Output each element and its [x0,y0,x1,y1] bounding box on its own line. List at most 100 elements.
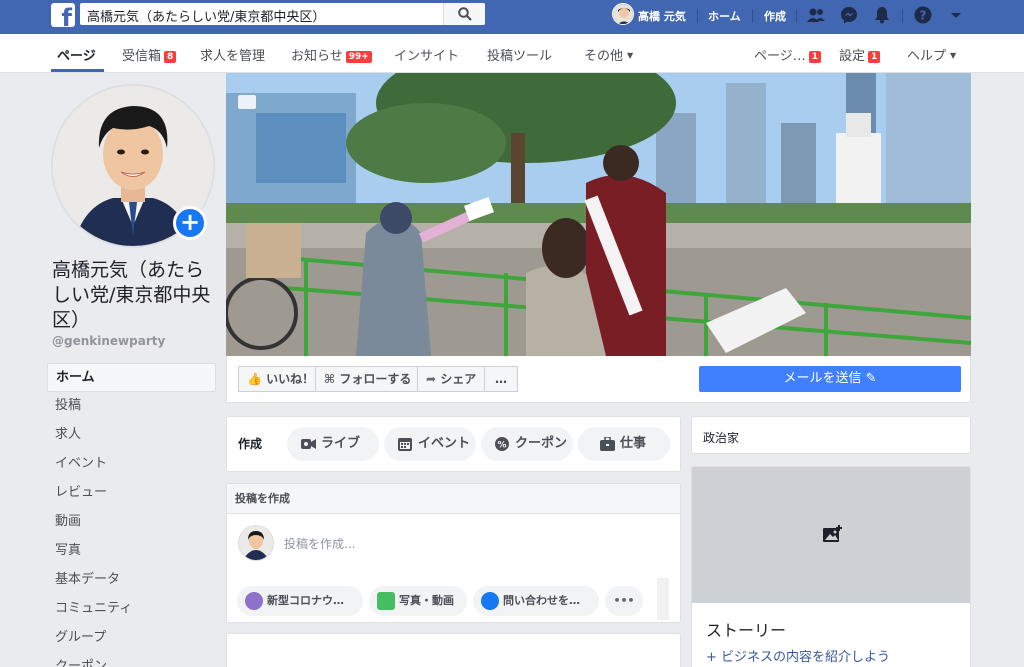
follow-label: フォローする [339,372,412,386]
video-camera-icon [301,439,316,449]
event-label: イベント [418,436,471,451]
pencil-icon: ✎ [865,371,877,386]
briefcase-icon [600,437,615,451]
like-button[interactable]: 👍 いいね！ [238,366,324,392]
coupon-button[interactable]: % クーポン [481,427,573,461]
tab-settings[interactable]: 設定 1 [839,45,881,64]
tab-label: 受信箱 [122,49,162,64]
caret-down-icon: ▼ [627,51,634,60]
chevron-down-icon[interactable] [946,5,966,25]
left-menu-item-about[interactable]: 基本データ [47,566,216,595]
covid-chip-label: 新型コロナウ… [267,594,344,607]
job-button[interactable]: 仕事 [578,427,670,461]
post-input[interactable]: 投稿を作成... [284,535,355,552]
event-button[interactable]: イベント [384,427,476,461]
add-business-story-link[interactable]: + ビジネスの内容を紹介しよう [706,646,890,665]
tab-page[interactable]: ページ [57,45,96,64]
tab-label: 設定 [839,49,866,64]
tab-more[interactable]: その他 ▼ [584,45,633,64]
percent-icon: % [495,437,509,451]
tab-manage-jobs[interactable]: 求人を管理 [200,45,265,64]
bell-icon[interactable] [872,5,892,25]
live-label: ライブ [321,436,361,451]
more-chips-button[interactable]: ••• [605,586,643,616]
tab-pages[interactable]: ページ… 1 [754,45,822,64]
messenger-icon [481,592,499,610]
search-input[interactable]: 高橋元気（あたらしい党/東京都中央区） [80,3,485,25]
page-title: 高橋元気（あたらしい党/東京都中央区） [52,259,211,331]
search-icon [458,7,472,21]
left-menu-item-videos[interactable]: 動画 [47,508,216,537]
tab-insights[interactable]: インサイト [394,45,459,64]
tab-notifications[interactable]: お知らせ 99+ [291,45,372,64]
left-menu-item-groups[interactable]: グループ [47,624,216,653]
user-name-link[interactable]: 高橋 元気 [638,8,686,24]
calendar-icon [398,438,412,451]
left-menu-item-reviews[interactable]: レビュー [47,479,216,508]
page-username[interactable]: @genkinewparty [52,334,165,348]
inquiry-chip-label: 問い合わせを… [503,594,580,607]
messenger-icon[interactable] [839,5,859,25]
cover-photo[interactable] [226,73,971,356]
tab-label: ページ… [754,49,806,64]
cover-action-bar: 👍 いいね！ ⌘ フォローする ➦ シェア … メールを送信 ✎ [226,356,971,403]
post-composer: 投稿を作成 投稿を作成... 新型コロナウ… 写真・動画 問い合わせを… ••• [226,483,681,623]
settings-badge: 1 [868,51,881,63]
divider [796,9,797,23]
tab-label: お知らせ [291,49,343,64]
left-menu-item-home[interactable]: ホーム [47,363,216,392]
share-label: シェア [440,372,477,386]
home-link[interactable]: ホーム [708,8,741,24]
left-menu-item-photos[interactable]: 写真 [47,537,216,566]
share-button[interactable]: ➦ シェア [417,366,486,392]
divider [752,9,753,23]
tab-label: 投稿ツール [487,49,553,64]
tab-label: ヘルプ [907,49,947,64]
send-message-label: メールを送信 [783,371,862,386]
page-category[interactable]: 政治家 [703,429,739,446]
share-arrow-icon: ➦ [426,372,437,386]
notifications-badge: 99+ [345,51,372,63]
top-bar: f 高橋元気（あたらしい党/東京都中央区） 高橋 元気 ホーム 作成 ? [0,0,1024,34]
left-menu-item-posts[interactable]: 投稿 [47,392,216,421]
left-menu-item-jobs[interactable]: 求人 [47,421,216,450]
send-message-button[interactable]: メールを送信 ✎ [699,366,961,392]
tab-publishing-tools[interactable]: 投稿ツール [487,45,552,64]
follow-button[interactable]: ⌘ フォローする [315,366,421,392]
composer-scrollbar[interactable] [657,578,669,620]
divider [697,9,698,23]
add-profile-photo-button[interactable]: + [173,206,207,240]
category-card: 政治家 [691,416,971,454]
search-value: 高橋元気（あたらしい党/東京都中央区） [87,10,326,25]
tab-help[interactable]: ヘルプ ▼ [907,45,956,64]
composer-avatar [238,525,274,561]
active-tab-indicator [51,69,104,72]
create-link[interactable]: 作成 [764,8,786,24]
covid-chip[interactable]: 新型コロナウ… [237,586,363,616]
pages-badge: 1 [808,51,822,63]
tab-label: インサイト [394,49,460,64]
create-label: 作成 [238,437,263,451]
live-button[interactable]: ライブ [287,427,379,461]
user-avatar[interactable] [612,3,634,25]
more-options-button[interactable]: … [484,366,518,392]
photo-video-chip-label: 写真・動画 [399,594,454,607]
photo-video-chip[interactable]: 写真・動画 [369,586,467,616]
story-image-placeholder[interactable] [692,467,970,603]
divider [902,9,903,23]
tab-inbox[interactable]: 受信箱 8 [122,45,177,64]
help-icon[interactable]: ? [913,5,933,25]
facebook-logo-icon[interactable]: f [51,3,75,27]
inquiry-chip[interactable]: 問い合わせを… [473,586,599,616]
left-menu-item-offers[interactable]: クーポン [47,653,216,667]
left-menu-item-events[interactable]: イベント [47,450,216,479]
inbox-badge: 8 [164,51,177,63]
search-button[interactable] [443,3,485,25]
friends-icon[interactable] [806,5,826,25]
thumbs-up-icon: 👍 [247,372,262,386]
like-label: いいね！ [266,372,315,386]
page-nav: ページ 受信箱 8 求人を管理 お知らせ 99+ インサイト 投稿ツール その他 ▼ … [0,34,1024,73]
heart-icon [245,592,263,610]
left-menu: ホーム 投稿 求人 イベント レビュー 動画 写真 基本データ コミュニティ グ… [47,363,216,667]
left-menu-item-community[interactable]: コミュニティ [47,595,216,624]
